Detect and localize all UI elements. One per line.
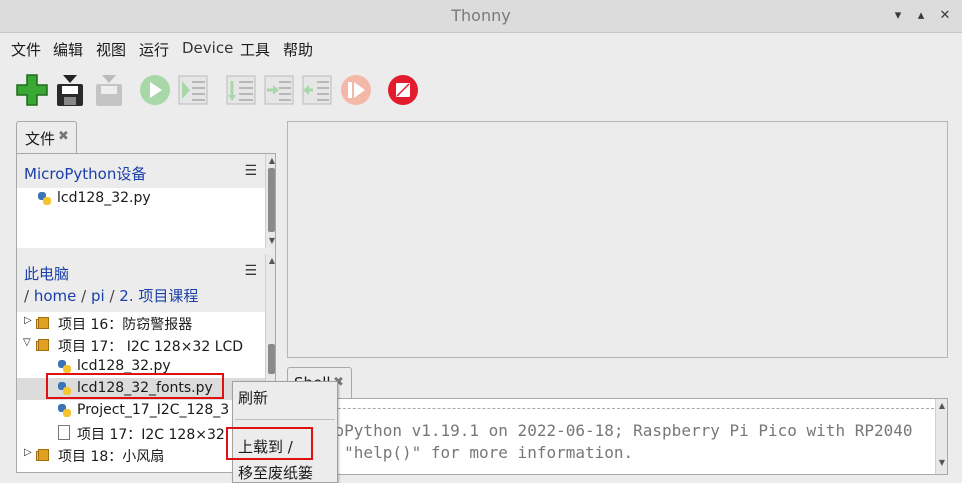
- menu-file[interactable]: 文件: [11, 39, 41, 60]
- shell-panel[interactable]: MicroPython v1.19.1 on 2022-06-18; Raspb…: [287, 398, 948, 475]
- expand-icon[interactable]: ▷: [24, 315, 32, 326]
- step-into-icon: [264, 75, 294, 105]
- menu-tools[interactable]: 工具: [240, 39, 270, 60]
- menu-item-move-to-trash[interactable]: 移至废纸篓: [238, 462, 313, 483]
- python-file-icon: [57, 359, 72, 374]
- menu-device[interactable]: Device: [182, 39, 233, 57]
- shell-line: Type "help()" for more information.: [296, 443, 634, 462]
- shell-scrollbar[interactable]: ▲ ▼: [935, 399, 947, 474]
- editor-area[interactable]: [287, 121, 948, 358]
- list-item[interactable]: Project_17_I2C_128_3: [17, 400, 265, 422]
- resume-icon: [341, 75, 371, 105]
- highlight-box: [46, 373, 224, 399]
- folder-icon: [36, 447, 51, 462]
- file-name: Project_17_I2C_128_3: [77, 402, 230, 418]
- menu-item-refresh[interactable]: 刷新: [238, 387, 268, 408]
- tab-files[interactable]: 文件 ✖: [16, 121, 77, 154]
- close-icon[interactable]: ✕: [938, 9, 952, 23]
- step-out-icon: [302, 75, 332, 105]
- document-icon: [58, 425, 70, 440]
- save-icon[interactable]: [53, 73, 87, 107]
- collapse-icon[interactable]: ▽: [23, 337, 31, 348]
- upload-icon: [96, 75, 122, 106]
- scroll-down-icon[interactable]: ▼: [267, 236, 275, 245]
- scroll-up-icon[interactable]: ▲: [937, 401, 947, 410]
- hamburger-menu-icon[interactable]: ☰: [244, 163, 257, 179]
- highlight-box: [226, 427, 313, 460]
- step-over-icon: [226, 75, 256, 105]
- menu-help[interactable]: 帮助: [283, 39, 313, 60]
- device-scrollbar[interactable]: ▲ ▼: [265, 154, 275, 248]
- toolbar: [0, 64, 962, 116]
- breadcrumb: / home / pi / 2. 项目课程: [24, 287, 199, 305]
- scroll-up-icon[interactable]: ▲: [267, 156, 275, 165]
- expand-icon[interactable]: ▷: [24, 447, 32, 458]
- folder-name: 项目 17： I2C 128×32 LCD: [58, 339, 244, 355]
- scroll-thumb[interactable]: [268, 168, 275, 232]
- close-icon[interactable]: ✖: [58, 129, 69, 144]
- file-name: lcd128_32.py: [77, 358, 171, 374]
- local-section-header: 此电脑 ☰ / home / pi / 2. 项目课程: [17, 254, 265, 312]
- device-section-header: MicroPython设备 ☰: [17, 154, 265, 188]
- hamburger-menu-icon[interactable]: ☰: [244, 263, 257, 279]
- folder-icon: [36, 337, 51, 352]
- title-bar: Thonny ▾ ▴ ✕: [0, 0, 962, 33]
- menu-separator: [235, 419, 335, 420]
- new-file-icon[interactable]: [15, 73, 49, 107]
- folder-name: 项目 18：小风扇: [58, 449, 165, 465]
- device-section-title: MicroPython设备: [24, 165, 147, 183]
- menu-bar: 文件 编辑 视图 运行 Device 工具 帮助: [0, 33, 962, 63]
- list-item[interactable]: ▽ 项目 17： I2C 128×32 LCD: [17, 334, 265, 356]
- folder-name: 项目 16：防窃警报器: [58, 317, 193, 333]
- folder-icon: [36, 315, 51, 330]
- list-item[interactable]: lcd128_32.py: [17, 188, 265, 210]
- file-name: 项目 17：I2C 128×32: [77, 427, 225, 443]
- scroll-down-icon[interactable]: ▼: [937, 458, 947, 467]
- window-title: Thonny: [451, 6, 511, 25]
- file-name: lcd128_32.py: [57, 190, 151, 206]
- menu-run[interactable]: 运行: [139, 39, 169, 60]
- list-item[interactable]: ▷ 项目 16：防窃警报器: [17, 312, 265, 334]
- shell-separator: [288, 408, 934, 409]
- tab-files-label: 文件: [25, 130, 56, 148]
- breadcrumb-pi[interactable]: pi: [91, 287, 105, 305]
- scroll-thumb[interactable]: [268, 344, 275, 374]
- python-file-icon: [37, 191, 52, 206]
- stop-icon[interactable]: [386, 73, 420, 107]
- device-files-section: MicroPython设备 ☰ lcd128_32.py: [17, 154, 265, 248]
- maximize-icon[interactable]: ▴: [914, 9, 928, 23]
- run-icon: [140, 75, 170, 105]
- debug-icon: [178, 75, 208, 105]
- python-file-icon: [57, 403, 72, 418]
- local-section-title: 此电脑: [24, 265, 70, 283]
- menu-edit[interactable]: 编辑: [53, 39, 83, 60]
- menu-view[interactable]: 视图: [96, 39, 126, 60]
- shell-line: MicroPython v1.19.1 on 2022-06-18; Raspb…: [296, 421, 913, 440]
- breadcrumb-project[interactable]: 2. 项目课程: [119, 287, 198, 305]
- scroll-up-icon[interactable]: ▲: [267, 256, 275, 265]
- minimize-icon[interactable]: ▾: [891, 9, 905, 23]
- breadcrumb-home[interactable]: home: [34, 287, 77, 305]
